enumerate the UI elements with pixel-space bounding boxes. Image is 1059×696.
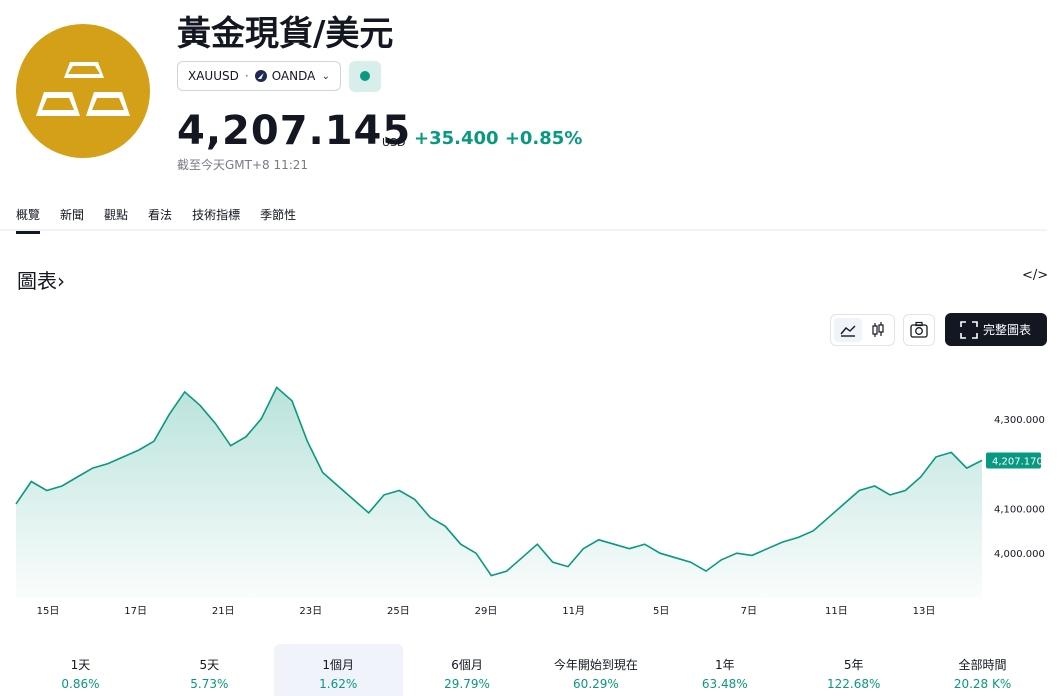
period-5y[interactable]: 5年 122.68% (789, 644, 918, 696)
period-label: 1年 (714, 658, 735, 672)
period-label: 5天 (199, 658, 220, 672)
last-price-label: 4,207.170 (992, 456, 1043, 467)
period-label: 1個月 (322, 658, 354, 672)
period-selector: 1天 0.86% 5天 5.73% 1個月 1.62% 6個月 29.79% 今年開始到… (16, 644, 1047, 696)
symbol-selector[interactable]: XAUUSD · OANDA ⌄ (177, 61, 341, 91)
x-tick-label: 21日 (212, 606, 235, 617)
x-tick-label: 13日 (913, 606, 936, 617)
period-perf: 63.48% (701, 677, 748, 691)
separator: · (244, 69, 249, 83)
period-label: 全部時間 (958, 658, 1007, 672)
period-perf: 1.62% (319, 677, 358, 691)
chart-type-toggle (830, 314, 895, 346)
symbol-label: XAUUSD (188, 69, 239, 83)
period-all[interactable]: 全部時間 20.28 K% (918, 644, 1047, 696)
fullscreen-icon (960, 321, 978, 339)
x-tick-label: 11日 (825, 606, 848, 617)
change-pct: +0.85% (504, 128, 583, 149)
market-status[interactable] (349, 61, 381, 92)
price-chart[interactable]: 4,300.000 4,100.000 4,000.000 4,207.170 15日 1… (0, 350, 1059, 622)
period-1d[interactable]: 1天 0.86% (16, 644, 145, 696)
period-perf: 5.73% (190, 677, 229, 691)
x-tick-label: 5日 (653, 606, 669, 617)
period-label: 6個月 (451, 658, 483, 672)
price-change: +35.400 +0.85% (414, 128, 582, 149)
full-chart-button[interactable]: 完整圖表 (945, 313, 1047, 346)
period-label: 5年 (843, 658, 864, 672)
period-1y[interactable]: 1年 63.48% (660, 644, 789, 696)
candlestick-icon (872, 322, 884, 337)
period-perf: 122.68% (826, 677, 881, 691)
candle-chart-button[interactable] (864, 318, 892, 342)
tab-divider (0, 229, 1047, 231)
camera-icon (910, 321, 928, 338)
x-tick-label: 11月 (562, 605, 585, 617)
x-tick-label: 15日 (37, 606, 60, 617)
period-6m[interactable]: 6個月 29.79% (403, 644, 532, 696)
oanda-icon (254, 70, 267, 82)
y-tick-label: 4,100.000 (994, 504, 1045, 515)
x-tick-label: 29日 (475, 606, 498, 617)
chevron-right-icon: › (57, 269, 65, 293)
x-tick-label: 7日 (741, 606, 757, 617)
y-tick-label: 4,300.000 (994, 415, 1045, 426)
period-perf: 29.79% (444, 677, 490, 691)
period-label: 今年開始到現在 (553, 658, 638, 672)
area-chart-icon (840, 325, 856, 337)
period-1m[interactable]: 1個月 1.62% (273, 644, 403, 696)
price-currency: USD (382, 136, 406, 149)
page-title: 黃金現貨/美元 (177, 14, 394, 54)
full-chart-label: 完整圖表 (983, 323, 1032, 337)
area-chart-button[interactable] (834, 318, 862, 342)
period-perf: 20.28 K% (953, 677, 1012, 691)
chart-section-title[interactable]: 圖表› (17, 265, 65, 294)
chart-title-label: 圖表 (17, 269, 57, 293)
period-perf: 0.86% (61, 677, 100, 691)
change-abs: +35.400 (414, 128, 499, 149)
x-tick-label: 25日 (387, 606, 410, 617)
chevron-down-icon: ⌄ (321, 70, 330, 82)
period-perf: 60.29% (573, 677, 619, 691)
snapshot-button[interactable] (903, 314, 935, 346)
x-tick-label: 23日 (299, 606, 322, 617)
gold-bars-icon (16, 24, 150, 158)
embed-code-icon[interactable]: </> (1022, 268, 1048, 283)
period-5d[interactable]: 5天 5.73% (145, 644, 274, 696)
price-area-fill (16, 387, 982, 598)
period-label: 1天 (70, 658, 91, 672)
broker-label: OANDA (271, 69, 316, 83)
market-open-dot-icon (360, 71, 370, 81)
period-ytd[interactable]: 今年開始到現在 60.29% (532, 644, 661, 696)
y-tick-label: 4,000.000 (994, 549, 1045, 560)
price-value: 4,207.145 (177, 108, 412, 154)
x-tick-label: 17日 (124, 606, 147, 617)
timestamp: 截至今天GMT+8 11:21 (177, 158, 309, 172)
